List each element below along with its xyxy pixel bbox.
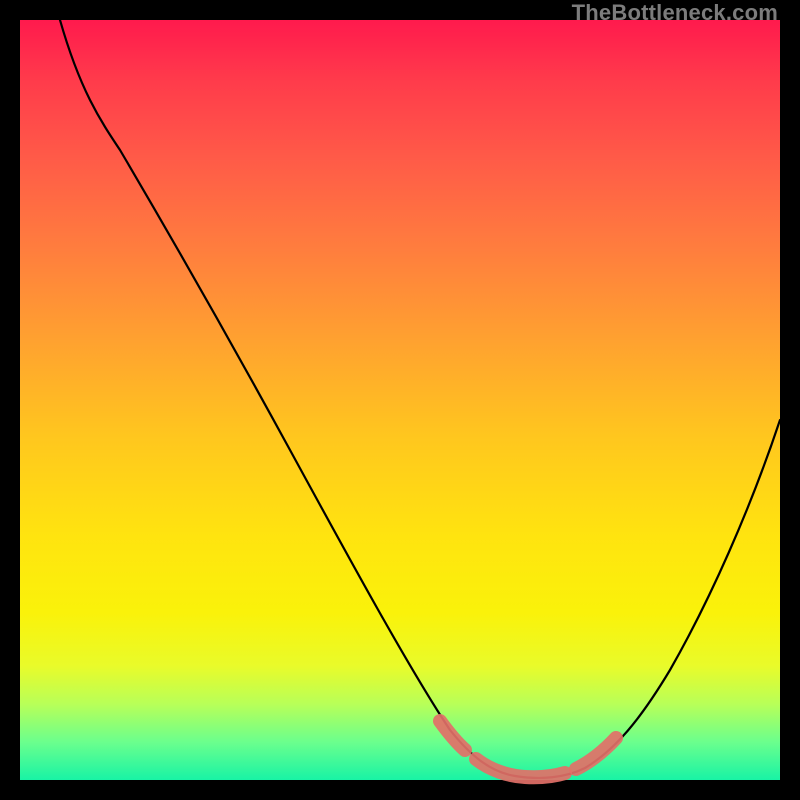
chart-frame: TheBottleneck.com — [0, 0, 800, 800]
highlight-segment-3 — [576, 738, 616, 769]
highlight-segment-2 — [476, 759, 565, 777]
highlight-segment-1 — [440, 721, 465, 750]
curve-layer — [20, 20, 780, 780]
bottleneck-curve — [60, 20, 780, 778]
watermark-text: TheBottleneck.com — [572, 0, 778, 26]
